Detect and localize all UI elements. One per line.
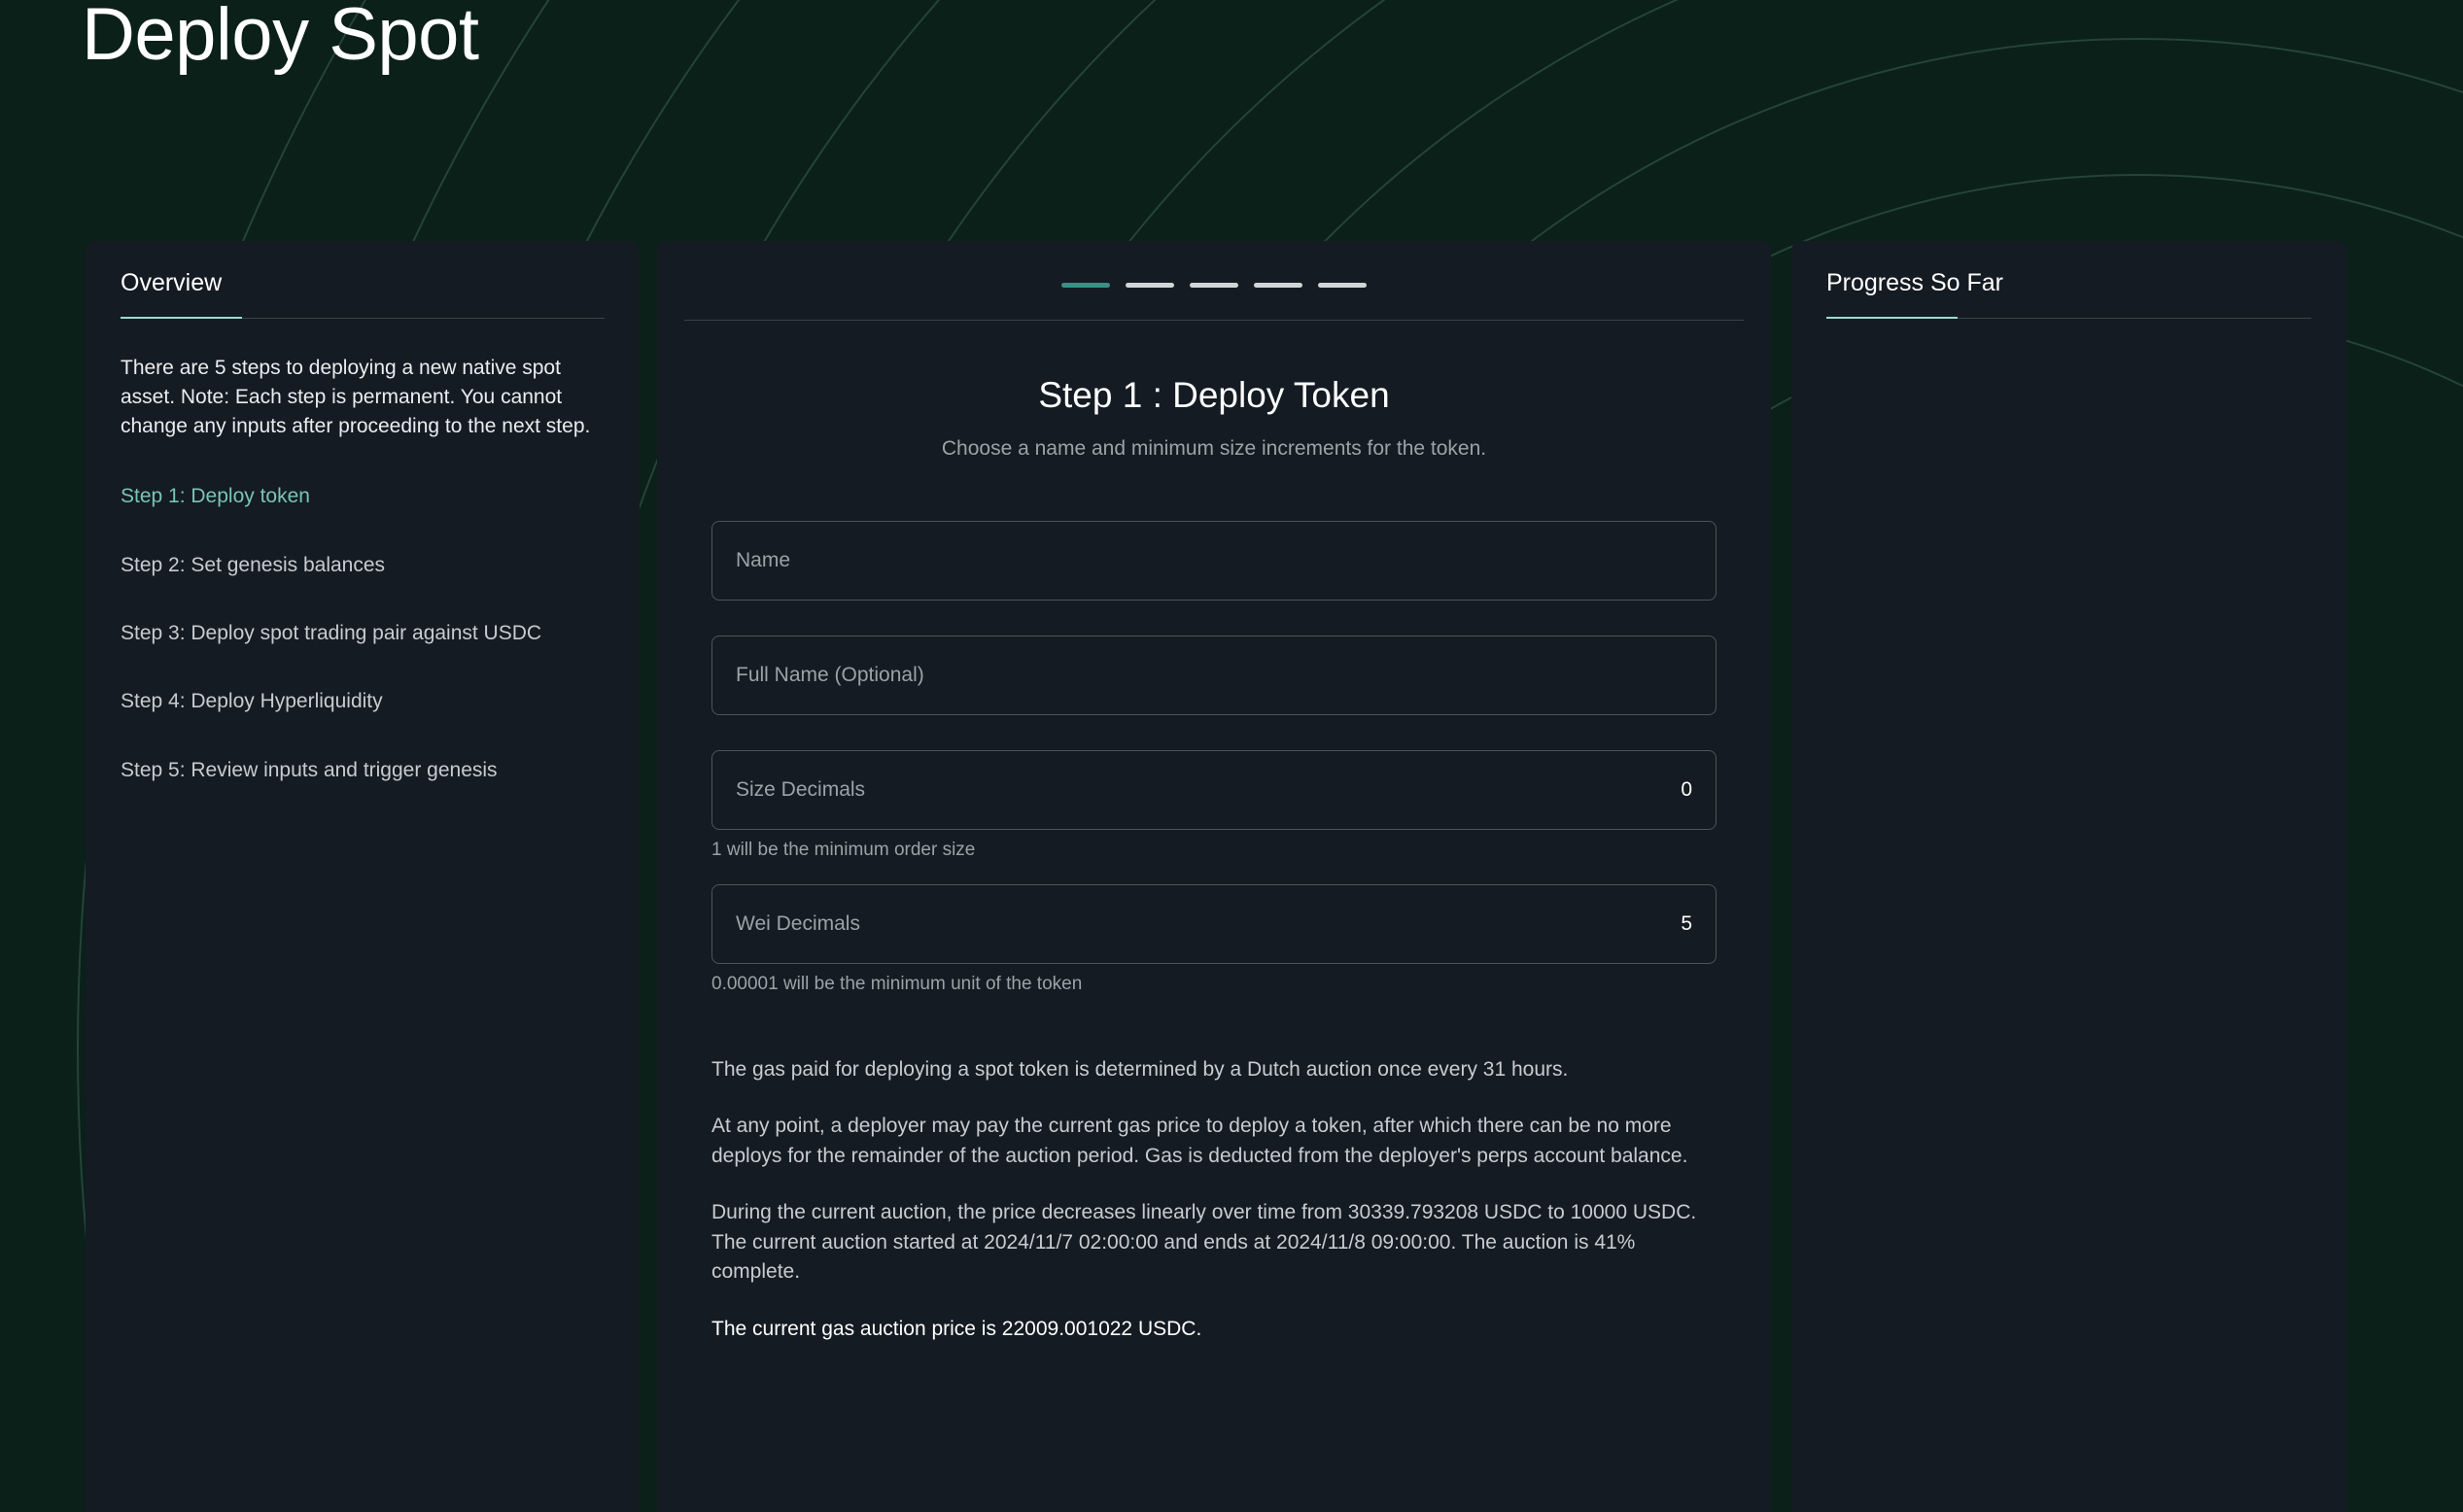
tab-progress-so-far[interactable]: Progress So Far — [1826, 268, 2003, 319]
wei-decimals-field-label: Wei Decimals — [736, 912, 1681, 936]
sidebar-step-4[interactable]: Step 4: Deploy Hyperliquidity — [121, 688, 605, 714]
overview-description: There are 5 steps to deploying a new nat… — [121, 354, 607, 440]
size-decimals-hint: 1 will be the minimum order size — [711, 840, 1717, 861]
size-decimals-field-label: Size Decimals — [736, 778, 1681, 802]
page-title: Deploy Spot — [82, 0, 479, 77]
step-progress-indicator — [657, 283, 1771, 288]
auction-paragraph-2: At any point, a deployer may pay the cur… — [711, 1112, 1717, 1171]
full-name-field[interactable]: Full Name (Optional) — [711, 636, 1717, 715]
wei-decimals-field-value: 5 — [1681, 912, 1692, 936]
step-body: Step 1 : Deploy Token Choose a name and … — [657, 375, 1771, 1344]
panels-row: Overview There are 5 steps to deploying … — [0, 241, 2463, 1512]
wei-decimals-hint: 0.00001 will be the minimum unit of the … — [711, 974, 1717, 995]
step-progress-header — [657, 241, 1771, 321]
step-subtitle: Choose a name and minimum size increment… — [711, 437, 1717, 461]
sidebar-step-1[interactable]: Step 1: Deploy token — [121, 483, 605, 509]
auction-info: The gas paid for deploying a spot token … — [711, 1055, 1717, 1344]
step-dash-5[interactable] — [1318, 283, 1367, 288]
sidebar-step-5[interactable]: Step 5: Review inputs and trigger genesi… — [121, 757, 605, 783]
tab-overview[interactable]: Overview — [121, 268, 222, 319]
step-dash-2[interactable] — [1126, 283, 1174, 288]
steps-list: Step 1: Deploy token Step 2: Set genesis… — [121, 483, 605, 782]
step-dash-1[interactable] — [1061, 283, 1110, 288]
auction-paragraph-3: During the current auction, the price de… — [711, 1198, 1717, 1287]
step-title: Step 1 : Deploy Token — [711, 375, 1717, 416]
step-dash-3[interactable] — [1190, 283, 1238, 288]
tab-rule-active-indicator — [1826, 317, 1958, 319]
tab-rule-active-indicator — [121, 317, 242, 319]
sidebar-step-3[interactable]: Step 3: Deploy spot trading pair against… — [121, 620, 605, 646]
overview-panel-header: Overview — [86, 241, 640, 319]
size-decimals-field-value: 0 — [1681, 778, 1692, 802]
step-dash-4[interactable] — [1254, 283, 1302, 288]
overview-panel: Overview There are 5 steps to deploying … — [86, 241, 640, 1512]
deploy-token-form: Name Full Name (Optional) Size Decimals … — [711, 521, 1717, 995]
overview-body: There are 5 steps to deploying a new nat… — [86, 319, 640, 783]
wei-decimals-field[interactable]: Wei Decimals 5 — [711, 884, 1717, 964]
name-field-label: Name — [736, 549, 1692, 572]
progress-body — [1791, 319, 2346, 354]
full-name-field-label: Full Name (Optional) — [736, 664, 1692, 687]
auction-paragraph-1: The gas paid for deploying a spot token … — [711, 1055, 1717, 1084]
step-wizard-panel: Step 1 : Deploy Token Choose a name and … — [657, 241, 1771, 1512]
name-field[interactable]: Name — [711, 521, 1717, 601]
size-decimals-field[interactable]: Size Decimals 0 — [711, 750, 1717, 830]
progress-panel-header: Progress So Far — [1791, 241, 2346, 319]
sidebar-step-2[interactable]: Step 2: Set genesis balances — [121, 552, 605, 578]
progress-panel: Progress So Far — [1791, 241, 2346, 1512]
header-divider — [684, 320, 1744, 321]
current-gas-auction-price: The current gas auction price is 22009.0… — [711, 1315, 1717, 1344]
